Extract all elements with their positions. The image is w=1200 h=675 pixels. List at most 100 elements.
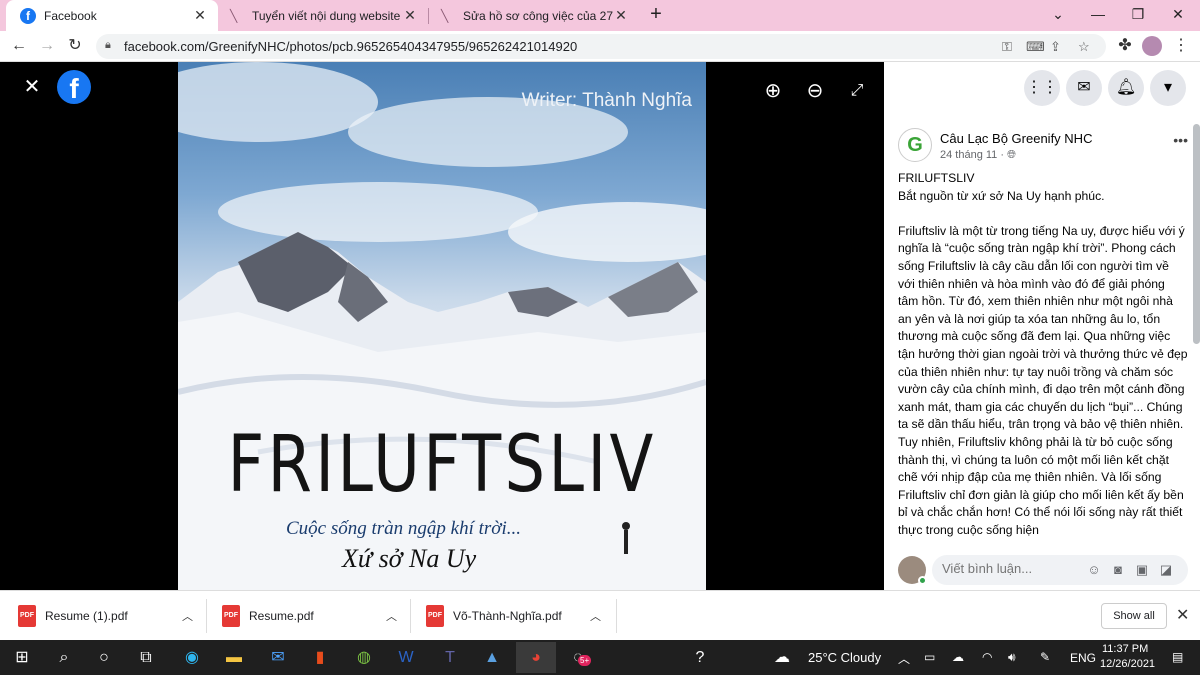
teams-icon[interactable]: T <box>430 642 470 673</box>
tab-facebook[interactable]: f Facebook ✕ <box>6 0 218 31</box>
download-filename: Resume (1).pdf <box>45 609 128 623</box>
show-all-button[interactable]: Show all <box>1101 603 1167 629</box>
comment-row: ☺ ◙ ▣ ◪ <box>898 554 1188 586</box>
translate-icon[interactable]: ⌨ <box>1026 39 1045 55</box>
new-tab-button[interactable]: + <box>636 0 676 31</box>
weather-text[interactable]: 25°C Cloudy <box>808 650 881 665</box>
omnibox[interactable]: 🔒︎ facebook.com/GreenifyNHC/photos/pcb.9… <box>96 34 1106 59</box>
chevron-up-icon[interactable]: ︿ <box>182 608 193 624</box>
restore-button[interactable]: ❐ <box>1118 0 1158 31</box>
extensions-icon[interactable]: ✤ <box>1114 35 1136 57</box>
v-icon: ╲ <box>230 8 238 23</box>
more-options-icon[interactable]: ••• <box>1173 132 1188 148</box>
onedrive-icon[interactable]: ☁ <box>952 650 964 664</box>
account-dropdown-icon[interactable]: ▾ <box>1150 70 1186 106</box>
notification-app-icon[interactable]: ◌ 5+ <box>558 642 598 673</box>
tab-title: Tuyển viết nội dung website | vLa <box>252 8 402 23</box>
camera-icon[interactable]: ◙ <box>1110 562 1126 578</box>
downloads-bar: PDF Resume (1).pdf ︿ PDF Resume.pdf ︿ PD… <box>0 590 1200 640</box>
facebook-logo-icon[interactable]: f <box>57 70 91 104</box>
share-icon[interactable]: ⇪ <box>1050 39 1061 55</box>
mail-icon[interactable]: ✉ <box>258 642 298 673</box>
divider <box>206 599 207 633</box>
tab-title: Facebook <box>44 8 97 23</box>
page-name[interactable]: Câu Lạc Bộ Greenify NHC <box>940 131 1092 146</box>
tab-tuyen-viet[interactable]: ╲ Tuyển viết nội dung website | vLa ✕ <box>218 0 428 31</box>
office-icon[interactable]: ▮ <box>300 642 340 673</box>
menu-dots-icon[interactable]: ⋮ <box>1170 35 1192 57</box>
weather-cloud-icon[interactable]: ☁ <box>770 642 794 673</box>
menu-grid-icon[interactable]: ⋮⋮ <box>1024 70 1060 106</box>
page-avatar[interactable]: G <box>898 128 932 162</box>
globe-icon: 🌐︎ <box>1007 149 1016 161</box>
photo-subtitle: Cuộc sống tràn ngập khí trời... <box>286 518 521 539</box>
pdf-icon: PDF <box>426 605 444 627</box>
writer-credit: Writer: Thành Nghĩa <box>521 90 692 111</box>
search-icon[interactable]: ⌕ <box>44 642 84 673</box>
back-button[interactable]: ← <box>8 35 30 57</box>
forward-button[interactable]: → <box>36 35 58 57</box>
minimize-button[interactable]: — <box>1078 0 1118 31</box>
volume-icon[interactable]: 🔊︎ <box>1008 650 1016 665</box>
close-icon[interactable]: ✕ <box>613 7 629 23</box>
post-date[interactable]: 24 tháng 11 · <box>940 149 1004 161</box>
download-item[interactable]: PDF Resume.pdf <box>222 591 314 641</box>
post-body: FRILUFTSLIV Bắt nguồn từ xứ sở Na Uy hạn… <box>898 170 1188 548</box>
scrollbar[interactable] <box>1193 124 1200 344</box>
edge-icon[interactable]: ◉ <box>172 642 212 673</box>
zoom-in-icon[interactable]: ⊕ <box>758 76 788 106</box>
close-icon[interactable]: ✕ <box>192 7 208 23</box>
post-photo[interactable]: Writer: Thành Nghĩa FRILUFTSLIV Cuộc sốn… <box>178 62 706 590</box>
task-view-icon[interactable]: ⧉ <box>126 642 166 673</box>
pen-icon[interactable]: ✎ <box>1040 650 1050 664</box>
fullscreen-icon[interactable]: ⤢ <box>842 76 872 106</box>
sticker-icon[interactable]: ◪ <box>1158 562 1174 578</box>
start-windows-icon[interactable]: ⊞ <box>2 642 42 673</box>
language-indicator[interactable]: ENG <box>1070 651 1096 665</box>
emoji-icon[interactable]: ☺ <box>1086 562 1102 578</box>
comment-box[interactable]: ☺ ◙ ▣ ◪ <box>932 555 1188 585</box>
close-icon[interactable]: ✕ <box>402 7 418 23</box>
post-date-row: 24 tháng 11 · 🌐︎ <box>940 149 1016 162</box>
reload-button[interactable]: ↻ <box>64 35 86 57</box>
clock-date[interactable]: 12/26/2021 <box>1100 658 1155 670</box>
pdf-icon: PDF <box>222 605 240 627</box>
chevron-up-icon[interactable]: ︿ <box>386 608 397 624</box>
download-item[interactable]: PDF Resume (1).pdf <box>18 591 128 641</box>
messenger-icon[interactable]: ✉ <box>1066 70 1102 106</box>
tab-search-icon[interactable]: ⌄ <box>1038 0 1078 31</box>
mountain-landscape <box>178 62 706 590</box>
notification-center-icon[interactable]: ▤ <box>1172 650 1183 664</box>
file-explorer-icon[interactable]: ▬ <box>214 642 254 673</box>
v-icon: ╲ <box>441 8 449 23</box>
download-item[interactable]: PDF Võ-Thành-Nghĩa.pdf <box>426 591 562 641</box>
gif-icon[interactable]: ▣ <box>1134 562 1150 578</box>
green-app-icon[interactable]: ◍ <box>344 642 384 673</box>
bookmark-star-icon[interactable]: ☆ <box>1078 39 1090 55</box>
profile-avatar[interactable] <box>1142 36 1162 56</box>
close-viewer-button[interactable]: ✕ <box>17 72 47 102</box>
cortana-icon[interactable]: ○ <box>84 642 124 673</box>
help-icon[interactable]: ? <box>680 642 720 673</box>
chrome-icon[interactable]: ◕ <box>516 642 556 673</box>
window-close-button[interactable]: ✕ <box>1158 0 1198 31</box>
zoom-out-icon[interactable]: ⊖ <box>800 76 830 106</box>
toolbar: ← → ↻ 🔒︎ facebook.com/GreenifyNHC/photos… <box>0 31 1200 62</box>
tab-title: Sửa hồ sơ công việc của 27- tổ 2 <box>463 8 613 23</box>
chevron-up-icon[interactable]: ︿ <box>898 650 910 667</box>
windows-taskbar: ⊞ ⌕ ○ ⧉ ◉ ▬ ✉ ▮ ◍ W T ▲ ◕ ◌ 5+ ? ☁ 25°C … <box>0 640 1200 675</box>
wifi-icon[interactable]: ◠ <box>982 650 992 664</box>
close-downloads-icon[interactable]: ✕ <box>1176 605 1189 625</box>
clock-time[interactable]: 11:37 PM <box>1102 643 1148 655</box>
notifications-bell-icon[interactable]: 🔔︎ <box>1108 70 1144 106</box>
download-filename: Võ-Thành-Nghĩa.pdf <box>453 609 562 623</box>
photos-icon[interactable]: ▲ <box>472 642 512 673</box>
battery-icon[interactable]: ▭ <box>924 650 935 664</box>
tab-sua-ho-so[interactable]: ╲ Sửa hồ sơ công việc của 27- tổ 2 ✕ <box>429 0 639 31</box>
key-icon[interactable]: ⚿ <box>1002 39 1012 55</box>
comment-input[interactable] <box>942 561 1082 576</box>
word-icon[interactable]: W <box>386 642 426 673</box>
online-status-dot <box>918 576 927 585</box>
chevron-up-icon[interactable]: ︿ <box>590 608 601 624</box>
lock-icon[interactable]: 🔒︎ <box>105 39 111 52</box>
